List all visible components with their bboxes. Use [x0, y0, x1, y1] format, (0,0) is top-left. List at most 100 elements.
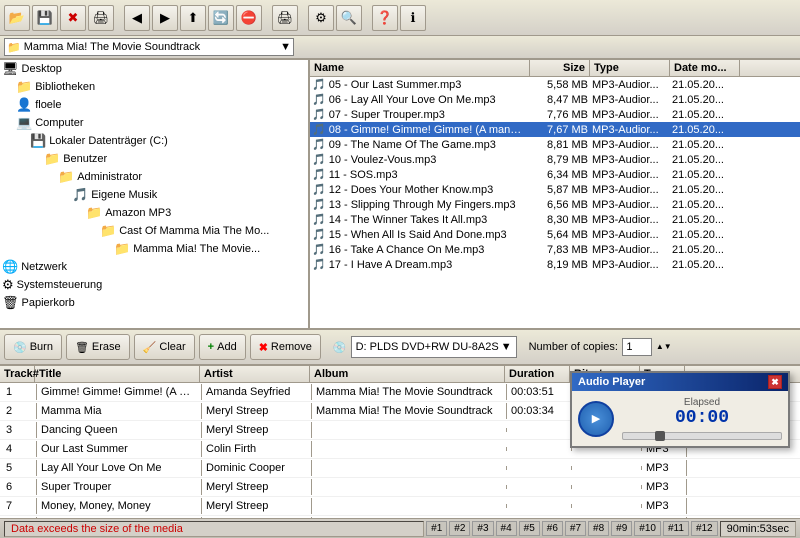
track-col-duration[interactable]: Duration	[505, 366, 570, 382]
folder-icon: 📁	[7, 41, 21, 54]
back-btn[interactable]: ◀	[124, 5, 150, 31]
file-row[interactable]: 🎵08 - Gimme! Gimme! Gimme! (A man after …	[310, 122, 800, 137]
print2-btn[interactable]: 🖨	[272, 5, 298, 31]
col-header-name[interactable]: Name	[310, 60, 530, 76]
burn-toolbar: 💿 Burn 🗑 Erase 🧹 Clear + Add ✖ Remove 💿 …	[0, 330, 800, 366]
file-row[interactable]: 🎵09 - The Name Of The Game.mp38,81 MBMP3…	[310, 137, 800, 152]
tree-item-label: floele	[35, 99, 61, 111]
audio-player-title-text: Audio Player	[578, 376, 645, 388]
file-row[interactable]: 🎵16 - Take A Chance On Me.mp37,83 MBMP3-…	[310, 242, 800, 257]
tree-item[interactable]: 📁Mamma Mia! The Movie...	[0, 240, 308, 258]
mp3-icon: 🎵	[312, 153, 326, 166]
copies-spinner-up[interactable]: ▲▼	[656, 343, 672, 351]
tree-item[interactable]: 🎵Eigene Musik	[0, 186, 308, 204]
print-btn[interactable]: 🖨	[88, 5, 114, 31]
file-date-cell: 21.05.20...	[672, 169, 742, 181]
status-marker: #4	[496, 521, 517, 536]
clear-icon: 🧹	[143, 341, 157, 354]
stop-btn[interactable]: ⛔	[236, 5, 262, 31]
remove-button[interactable]: ✖ Remove	[250, 334, 321, 360]
file-row[interactable]: 🎵06 - Lay All Your Love On Me.mp38,47 MB…	[310, 92, 800, 107]
up-btn[interactable]: ⬆	[180, 5, 206, 31]
status-marker: #12	[691, 521, 718, 536]
col-header-date[interactable]: Date mo...	[670, 60, 740, 76]
file-name-cell: 🎵10 - Voulez-Vous.mp3	[312, 153, 532, 166]
add-button[interactable]: + Add	[199, 334, 246, 360]
forward-btn[interactable]: ▶	[152, 5, 178, 31]
drive-dropdown-arrow[interactable]: ▼	[501, 341, 512, 353]
progress-bar[interactable]	[622, 432, 782, 440]
tree-item[interactable]: 👤floele	[0, 96, 308, 114]
mp3-icon: 🎵	[312, 213, 326, 226]
info-btn[interactable]: ℹ	[400, 5, 426, 31]
tree-item[interactable]: 📁Cast Of Mamma Mia The Mo...	[0, 222, 308, 240]
file-row[interactable]: 🎵12 - Does Your Mother Know.mp35,87 MBMP…	[310, 182, 800, 197]
track-row[interactable]: 8The Name Of The GameAmanda SeyfriedMP3	[0, 516, 800, 518]
dropdown-arrow[interactable]: ▼	[280, 41, 291, 53]
file-row[interactable]: 🎵17 - I Have A Dream.mp38,19 MBMP3-Audio…	[310, 257, 800, 272]
file-row[interactable]: 🎵14 - The Winner Takes It All.mp38,30 MB…	[310, 212, 800, 227]
mp3-icon: 🎵	[312, 123, 326, 136]
track-artist: Meryl Streep	[202, 498, 312, 514]
clear-button[interactable]: 🧹 Clear	[134, 334, 195, 360]
close-btn[interactable]: ✖	[60, 5, 86, 31]
track-col-artist[interactable]: Artist	[200, 366, 310, 382]
burn-button[interactable]: 💿 Burn	[4, 334, 62, 360]
track-row[interactable]: 6Super TrouperMeryl StreepMP3	[0, 478, 800, 497]
file-name-text: 15 - When All Is Said And Done.mp3	[329, 229, 507, 241]
address-combo[interactable]: 📁 Mamma Mia! The Movie Soundtrack ▼	[4, 38, 294, 56]
file-list[interactable]: Name Size Type Date mo... 🎵05 - Our Last…	[310, 60, 800, 328]
track-album: Mamma Mia! The Movie Soundtrack	[312, 403, 507, 419]
track-row[interactable]: 5Lay All Your Love On MeDominic CooperMP…	[0, 459, 800, 478]
play-button[interactable]: ▶	[578, 401, 614, 437]
track-artist: Colin Firth	[202, 441, 312, 457]
help-btn[interactable]: ❓	[372, 5, 398, 31]
tree-item-icon: 📁	[86, 205, 102, 221]
file-size-cell: 7,83 MB	[532, 244, 592, 256]
tree-item[interactable]: 🌐Netzwerk	[0, 258, 308, 276]
tree-item[interactable]: 💾Lokaler Datenträger (C:)	[0, 132, 308, 150]
erase-button[interactable]: 🗑 Erase	[66, 334, 130, 360]
tree-item[interactable]: 📁Administrator	[0, 168, 308, 186]
copies-input[interactable]	[622, 338, 652, 356]
tree-item-label: Netzwerk	[21, 261, 67, 273]
search-btn[interactable]: 🔍	[336, 5, 362, 31]
status-marker: #10	[634, 521, 661, 536]
track-col-num[interactable]: Track#	[0, 366, 35, 382]
audio-player: Audio Player ✖ ▶ Elapsed 00:00	[570, 371, 790, 448]
file-row[interactable]: 🎵07 - Super Trouper.mp37,76 MBMP3-Audior…	[310, 107, 800, 122]
settings-btn[interactable]: ⚙	[308, 5, 334, 31]
file-row[interactable]: 🎵05 - Our Last Summer.mp35,58 MBMP3-Audi…	[310, 77, 800, 92]
file-row[interactable]: 🎵10 - Voulez-Vous.mp38,79 MBMP3-Audior..…	[310, 152, 800, 167]
status-error-text: Data exceeds the size of the media	[4, 521, 424, 537]
track-col-album[interactable]: Album	[310, 366, 505, 382]
tree-item[interactable]: 🖥Desktop	[0, 60, 308, 78]
drive-dropdown[interactable]: D: PLDS DVD+RW DU-8A2S ▼	[351, 336, 517, 358]
refresh-btn[interactable]: 🔄	[208, 5, 234, 31]
tree-item[interactable]: 🗑Papierkorb	[0, 294, 308, 312]
tree-item[interactable]: ⚙Systemsteuerung	[0, 276, 308, 294]
file-date-cell: 21.05.20...	[672, 109, 742, 121]
file-row[interactable]: 🎵11 - SOS.mp36,34 MBMP3-Audior...21.05.2…	[310, 167, 800, 182]
elapsed-label: Elapsed	[622, 397, 782, 408]
file-date-cell: 21.05.20...	[672, 229, 742, 241]
audio-player-body: ▶ Elapsed 00:00	[572, 391, 788, 446]
track-col-title[interactable]: Title	[35, 366, 200, 382]
progress-thumb[interactable]	[655, 431, 665, 441]
save-btn[interactable]: 💾	[32, 5, 58, 31]
file-name-cell: 🎵05 - Our Last Summer.mp3	[312, 78, 532, 91]
folder-open-btn[interactable]: 📂	[4, 5, 30, 31]
tree-item[interactable]: 📁Amazon MP3	[0, 204, 308, 222]
tree-item[interactable]: 💻Computer	[0, 114, 308, 132]
col-header-type[interactable]: Type	[590, 60, 670, 76]
file-row[interactable]: 🎵13 - Slipping Through My Fingers.mp36,5…	[310, 197, 800, 212]
file-row[interactable]: 🎵15 - When All Is Said And Done.mp35,64 …	[310, 227, 800, 242]
file-name-cell: 🎵13 - Slipping Through My Fingers.mp3	[312, 198, 532, 211]
col-header-size[interactable]: Size	[530, 60, 590, 76]
audio-player-close-btn[interactable]: ✖	[768, 375, 782, 389]
track-title: Gimme! Gimme! Gimme! (A man after...	[37, 384, 202, 400]
tree-item[interactable]: 📁Benutzer	[0, 150, 308, 168]
tree-item[interactable]: 📁Bibliotheken	[0, 78, 308, 96]
file-size-cell: 8,81 MB	[532, 139, 592, 151]
folder-tree[interactable]: 🖥Desktop📁Bibliotheken👤floele💻Computer💾Lo…	[0, 60, 310, 328]
